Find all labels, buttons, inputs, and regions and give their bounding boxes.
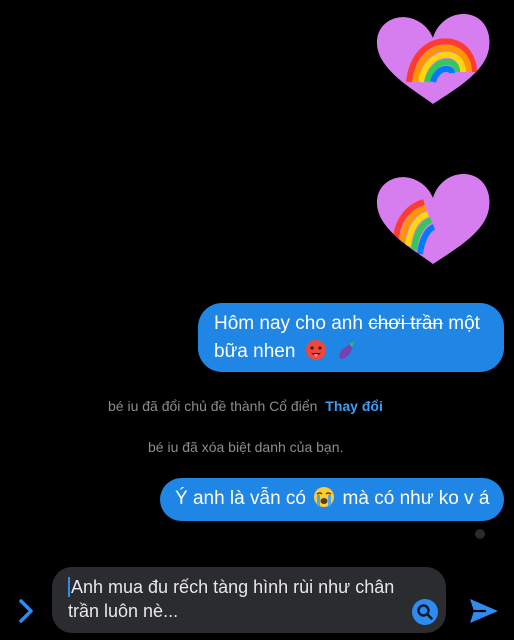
heart-rainbow-icon [376, 173, 490, 264]
chevron-right-icon[interactable] [15, 597, 37, 625]
heart-rainbow-icon [376, 13, 490, 105]
rainbow-heart-sticker[interactable] [374, 172, 492, 268]
text-cursor [68, 577, 70, 597]
message-text: Hôm nay cho anh [214, 313, 363, 334]
strikethrough-text: chơi trần [368, 313, 443, 334]
search-icon[interactable] [411, 598, 439, 626]
outgoing-message-bubble[interactable]: Hôm nay cho anh chơi trần một bữa nhen [198, 303, 504, 372]
send-icon[interactable] [468, 596, 500, 626]
rainbow-heart-sticker[interactable] [374, 12, 492, 108]
system-message-theme-change: bé iu đã đổi chủ đề thành Cổ điển Thay đ… [108, 398, 383, 414]
system-message-text: bé iu đã xóa biệt danh của bạn. [148, 439, 344, 455]
outgoing-message-bubble[interactable]: Ý anh là vẫn có mà có như ko v á [160, 478, 504, 521]
message-input[interactable]: Anh mua đu rếch tàng hình rùi như chân t… [52, 567, 446, 633]
message-text: mà có như ko v á [342, 488, 490, 509]
eggplant-emoji-icon [336, 339, 358, 361]
system-message-text: bé iu đã đổi chủ đề thành Cổ điển [108, 398, 318, 414]
hot-face-emoji-icon [305, 339, 327, 361]
message-text: Ý anh là vẫn có [175, 488, 306, 509]
change-theme-link[interactable]: Thay đổi [325, 398, 383, 414]
seen-avatar-icon [475, 529, 485, 539]
loudly-crying-face-emoji-icon [313, 486, 335, 508]
message-input-text: Anh mua đu rếch tàng hình rùi như chân t… [68, 577, 395, 621]
system-message-nickname-removed: bé iu đã xóa biệt danh của bạn. [148, 439, 343, 455]
